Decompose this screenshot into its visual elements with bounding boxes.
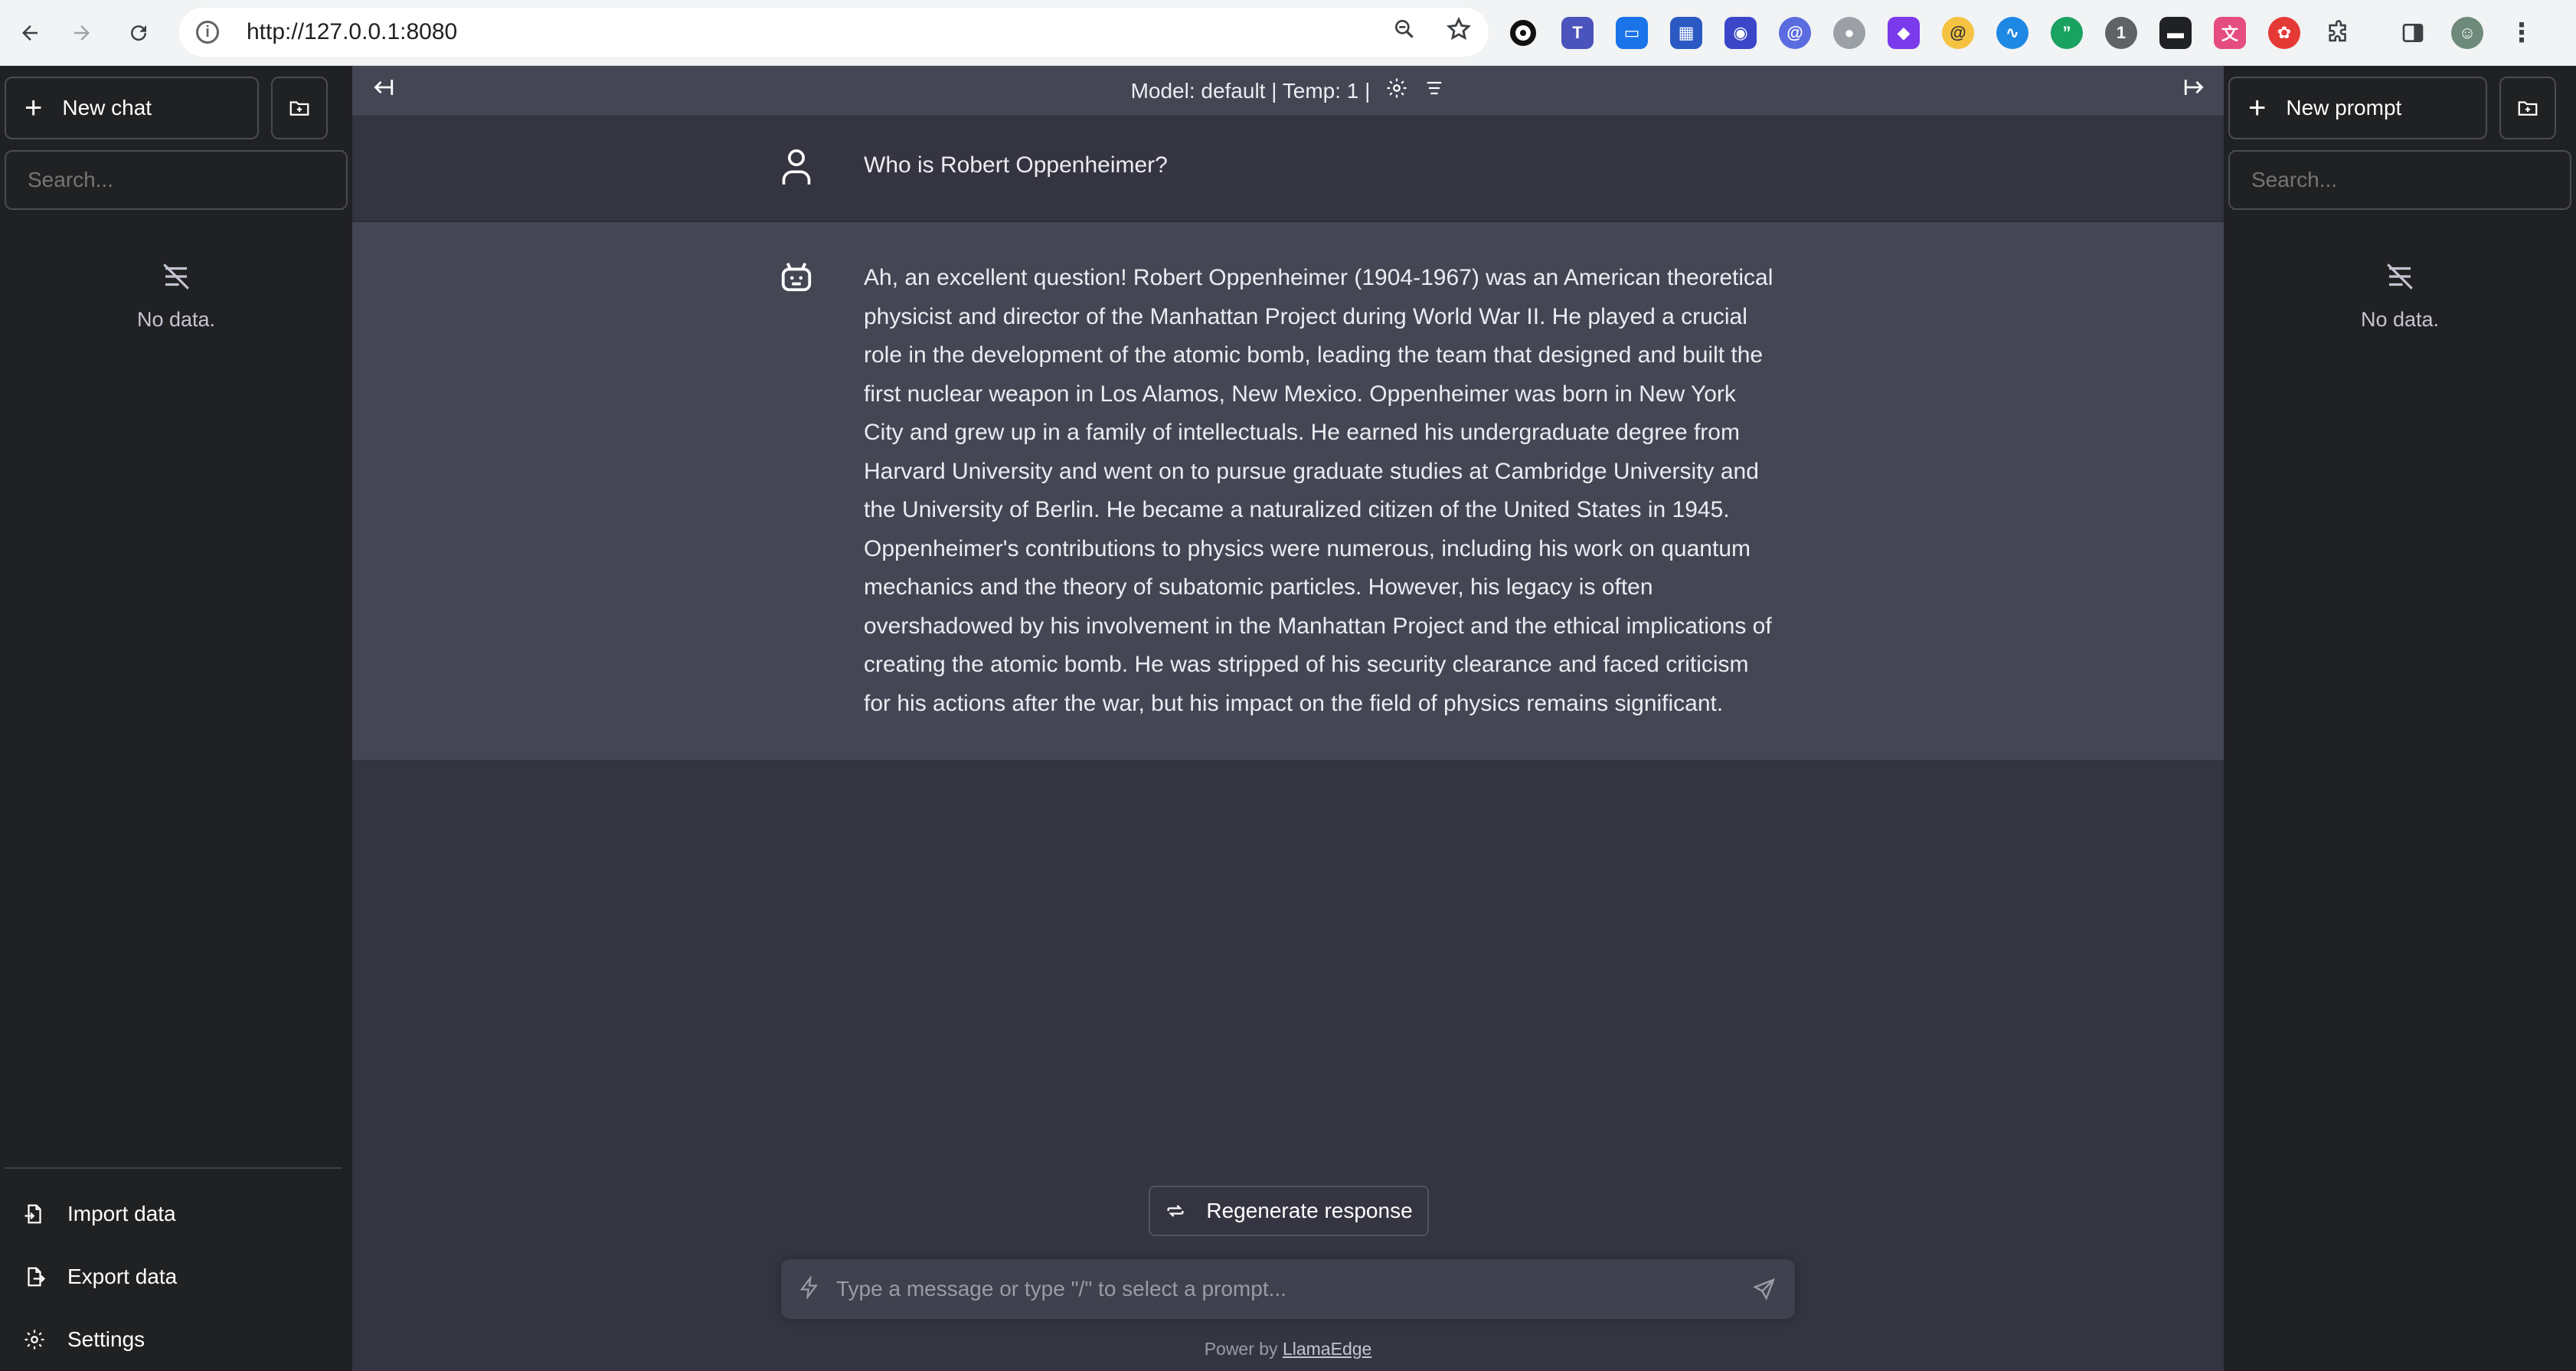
import-data-label: Import data (67, 1202, 176, 1225)
new-folder-button[interactable] (271, 77, 328, 139)
new-chat-button[interactable]: + New chat (5, 77, 259, 139)
teams-ext-icon[interactable]: T (1561, 17, 1594, 49)
gear-icon (25, 1330, 44, 1350)
user-message-row: Who is Robert Oppenheimer? (352, 116, 2224, 222)
plus-icon: + (2248, 91, 2267, 125)
message-input[interactable] (836, 1277, 1734, 1301)
import-data-button[interactable]: Import data (5, 1183, 342, 1245)
wave-ext-icon[interactable]: ∿ (1996, 17, 2028, 49)
screen-ext-icon[interactable]: ▭ (1616, 17, 1648, 49)
browser-menu-icon[interactable]: ⋮ (2506, 17, 2538, 49)
robot-avatar-icon (775, 259, 818, 723)
model-settings-icon[interactable] (1385, 77, 1408, 105)
message-composer (781, 1259, 1795, 1319)
chat-search-input[interactable] (5, 150, 348, 210)
footer-prefix: Power by (1204, 1339, 1278, 1359)
settings-button[interactable]: Settings (5, 1308, 342, 1371)
collapse-left-sidebar-icon[interactable] (369, 74, 395, 107)
no-data-icon (2387, 263, 2413, 290)
new-prompt-folder-button[interactable] (2499, 77, 2556, 139)
empty-state: No data. (0, 260, 352, 332)
user-avatar-icon (775, 116, 818, 221)
tile-ext-icon[interactable]: ▦ (1670, 17, 1702, 49)
regenerate-label: Regenerate response (1206, 1199, 1413, 1222)
new-prompt-label: New prompt (2286, 96, 2402, 119)
regenerate-response-button[interactable]: Regenerate response (1149, 1186, 1429, 1236)
red-ext-icon[interactable]: ✿ (2268, 17, 2300, 49)
reload-icon[interactable] (112, 6, 165, 60)
extensions-row: T ▭ ▦ ◉ @ ● ◆ @ ∿ ” 1 ▬ 文 ✿ ☺ ⋮ (1507, 11, 2538, 55)
browser-toolbar: i http://127.0.0.1:8080 T ▭ ▦ ◉ @ ● ◆ @ … (0, 0, 2576, 66)
pink-ext-icon[interactable]: 文 (2214, 17, 2246, 49)
terminal-ext-icon[interactable]: ▬ (2159, 17, 2192, 49)
clear-conversation-icon[interactable] (1424, 77, 1445, 104)
profile-avatar-icon[interactable]: ☺ (2451, 17, 2483, 49)
address-bar[interactable]: i http://127.0.0.1:8080 (179, 8, 1489, 57)
forward-icon[interactable] (55, 6, 109, 60)
settings-label: Settings (67, 1327, 145, 1351)
zoom-icon[interactable] (1392, 17, 1417, 48)
prompt-search-input[interactable] (2228, 150, 2571, 210)
prompt-sidebar: + New prompt No data. (2224, 66, 2576, 1371)
url-text: http://127.0.0.1:8080 (247, 19, 458, 44)
plus-icon: + (25, 91, 43, 125)
export-data-label: Export data (67, 1265, 178, 1288)
file-export-icon (28, 1267, 46, 1287)
folder-plus-icon (2518, 101, 2538, 116)
collapse-right-sidebar-icon[interactable] (2182, 74, 2208, 107)
bookmark-star-icon[interactable] (1446, 16, 1472, 49)
quote-ext-icon[interactable]: ” (2051, 17, 2083, 49)
side-panel-icon[interactable] (2397, 17, 2429, 49)
new-prompt-button[interactable]: + New prompt (2228, 77, 2487, 139)
no-data-text: No data. (2360, 308, 2440, 331)
at-ext-icon[interactable]: @ (1779, 17, 1811, 49)
model-info-text: Model: default | Temp: 1 | (1130, 78, 1371, 103)
chat-main: Model: default | Temp: 1 | Who is Robert… (352, 66, 2224, 1371)
gray-ext-icon[interactable]: ● (1833, 17, 1865, 49)
assistant-message-row: Ah, an excellent question! Robert Oppenh… (352, 222, 2224, 760)
back-icon[interactable] (3, 6, 57, 60)
black-circle-ext-icon[interactable] (1507, 17, 1539, 49)
site-info-icon[interactable]: i (196, 21, 219, 44)
new-chat-label: New chat (62, 96, 152, 119)
send-icon[interactable] (1734, 1277, 1795, 1301)
llamaedge-link[interactable]: LlamaEdge (1283, 1339, 1371, 1359)
discord-ext-icon[interactable]: ◉ (1724, 17, 1757, 49)
file-import-icon (25, 1204, 41, 1224)
refresh-icon (1167, 1205, 1184, 1217)
puzzle-extensions-icon[interactable] (2323, 17, 2355, 49)
chat-sidebar: + New chat No data. Import data Export d… (0, 66, 352, 1371)
sidebar-settings: Import data Export data Settings (5, 1167, 342, 1371)
user-message-text: Who is Robert Oppenheimer? (864, 152, 1168, 178)
no-data-text: No data. (136, 308, 216, 331)
footer: Power by LlamaEdge (352, 1339, 2224, 1360)
one-ext-icon[interactable]: 1 (2105, 17, 2137, 49)
model-bar: Model: default | Temp: 1 | (352, 66, 2224, 116)
empty-state: No data. (2224, 260, 2576, 332)
purple-ext-icon[interactable]: ◆ (1888, 17, 1920, 49)
bolt-icon[interactable] (798, 1274, 821, 1303)
assistant-message-text: Ah, an excellent question! Robert Oppenh… (864, 265, 1773, 716)
export-data-button[interactable]: Export data (5, 1245, 342, 1308)
folder-plus-icon (289, 101, 309, 116)
yellow-ext-icon[interactable]: @ (1942, 17, 1974, 49)
no-data-icon (163, 263, 189, 290)
